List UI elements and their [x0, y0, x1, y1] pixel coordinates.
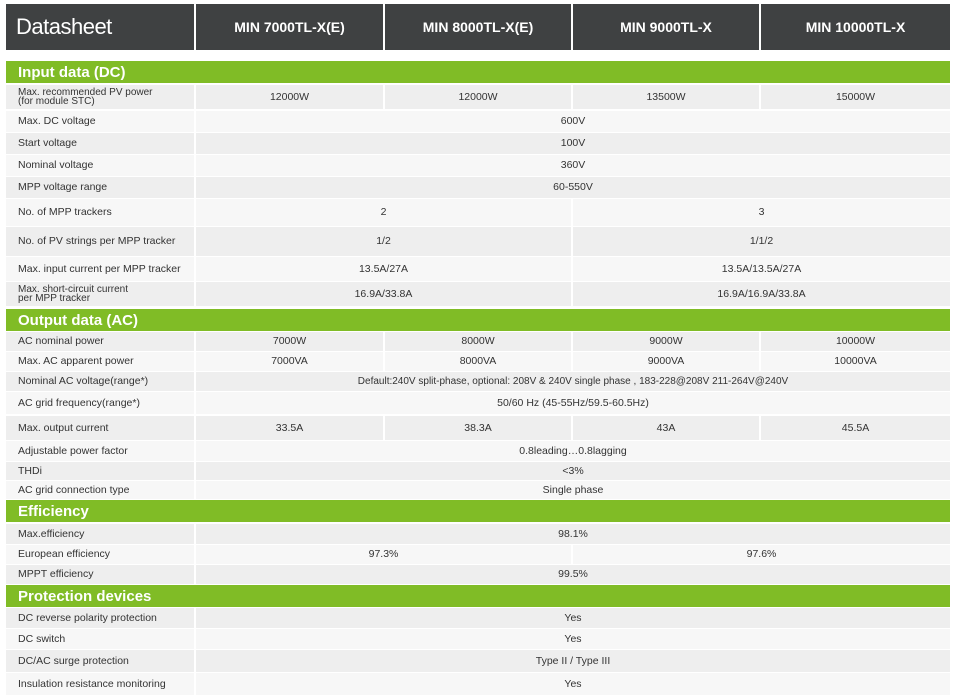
- row-label: AC grid connection type: [6, 481, 194, 499]
- row-max-dc-voltage: Max. DC voltage 600V: [6, 111, 950, 132]
- model-header-4: MIN 10000TL-X: [761, 4, 950, 50]
- row-max-pv-power: Max. recommended PV power (for module ST…: [6, 85, 950, 109]
- cell-value: 8000VA: [385, 352, 571, 371]
- row-label: MPPT efficiency: [6, 565, 194, 584]
- cell-value: 50/60 Hz (45-55Hz/59.5-60.5Hz): [196, 392, 950, 414]
- cell-value: 13.5A/27A: [196, 257, 571, 281]
- cell-value: Yes: [196, 673, 950, 695]
- cell-value: 98.1%: [196, 524, 950, 544]
- row-mpp-voltage-range: MPP voltage range 60-550V: [6, 177, 950, 198]
- row-max-output-current: Max. output current 33.5A 38.3A 43A 45.5…: [6, 416, 950, 440]
- row-grid-connection: AC grid connection type Single phase: [6, 481, 950, 499]
- cell-value: 45.5A: [761, 416, 950, 440]
- row-ac-apparent-power: Max. AC apparent power 7000VA 8000VA 900…: [6, 352, 950, 371]
- cell-value: 16.9A/33.8A: [196, 282, 571, 306]
- row-start-voltage: Start voltage 100V: [6, 133, 950, 154]
- cell-value: 1/2: [196, 227, 571, 256]
- row-max-short-circuit: Max. short-circuit current per MPP track…: [6, 282, 950, 306]
- row-label: MPP voltage range: [6, 177, 194, 198]
- row-label: No. of PV strings per MPP tracker: [6, 227, 194, 256]
- row-label: Nominal AC voltage(range*): [6, 372, 194, 391]
- row-mpp-trackers: No. of MPP trackers 2 3: [6, 199, 950, 226]
- cell-value: 9000VA: [573, 352, 759, 371]
- section-output-ac: Output data (AC): [6, 309, 950, 331]
- cell-value: Type II / Type III: [196, 650, 950, 672]
- row-surge-protection: DC/AC surge protection Type II / Type II…: [6, 650, 950, 672]
- row-label: Max.efficiency: [6, 524, 194, 544]
- row-label: AC grid frequency(range*): [6, 392, 194, 414]
- cell-value: 7000W: [196, 332, 383, 351]
- cell-value: 13.5A/13.5A/27A: [573, 257, 950, 281]
- datasheet-title: Datasheet: [6, 4, 194, 50]
- row-label: Insulation resistance monitoring: [6, 673, 194, 695]
- row-european-efficiency: European efficiency 97.3% 97.6%: [6, 545, 950, 564]
- cell-value: 10000VA: [761, 352, 950, 371]
- table-header: Datasheet MIN 7000TL-X(E) MIN 8000TL-X(E…: [6, 4, 950, 50]
- cell-value: 12000W: [385, 85, 571, 109]
- cell-value: 33.5A: [196, 416, 383, 440]
- cell-value: 0.8leading…0.8lagging: [196, 441, 950, 461]
- row-power-factor: Adjustable power factor 0.8leading…0.8la…: [6, 441, 950, 461]
- cell-value: 2: [196, 199, 571, 226]
- row-label: DC/AC surge protection: [6, 650, 194, 672]
- cell-value: 97.3%: [196, 545, 571, 564]
- row-ac-grid-frequency: AC grid frequency(range*) 50/60 Hz (45-5…: [6, 392, 950, 414]
- row-mppt-efficiency: MPPT efficiency 99.5%: [6, 565, 950, 584]
- row-label: Max. output current: [6, 416, 194, 440]
- row-nominal-ac-voltage: Nominal AC voltage(range*) Default:240V …: [6, 372, 950, 391]
- section-input-dc: Input data (DC): [6, 61, 950, 83]
- cell-value: 13500W: [573, 85, 759, 109]
- cell-value: 38.3A: [385, 416, 571, 440]
- cell-value: 60-550V: [196, 177, 950, 198]
- row-label: THDi: [6, 462, 194, 480]
- row-label: Nominal voltage: [6, 155, 194, 176]
- cell-value: 600V: [196, 111, 950, 132]
- row-max-input-current: Max. input current per MPP tracker 13.5A…: [6, 257, 950, 281]
- row-label: DC reverse polarity protection: [6, 608, 194, 628]
- row-pv-strings: No. of PV strings per MPP tracker 1/2 1/…: [6, 227, 950, 256]
- row-max-efficiency: Max.efficiency 98.1%: [6, 524, 950, 544]
- cell-value: 97.6%: [573, 545, 950, 564]
- row-label: Max. input current per MPP tracker: [6, 257, 194, 281]
- row-label: Start voltage: [6, 133, 194, 154]
- row-label: DC switch: [6, 629, 194, 649]
- cell-value: 100V: [196, 133, 950, 154]
- row-nominal-voltage: Nominal voltage 360V: [6, 155, 950, 176]
- row-dc-switch: DC switch Yes: [6, 629, 950, 649]
- cell-value: Yes: [196, 608, 950, 628]
- cell-value: 16.9A/16.9A/33.8A: [573, 282, 950, 306]
- cell-value: 1/1/2: [573, 227, 950, 256]
- cell-value: Default:240V split-phase, optional: 208V…: [196, 372, 950, 391]
- cell-value: 8000W: [385, 332, 571, 351]
- cell-value: 43A: [573, 416, 759, 440]
- row-label: Max. recommended PV power (for module ST…: [6, 85, 194, 109]
- cell-value: 7000VA: [196, 352, 383, 371]
- row-insulation-monitoring: Insulation resistance monitoring Yes: [6, 673, 950, 695]
- row-label: Max. DC voltage: [6, 111, 194, 132]
- row-label: No. of MPP trackers: [6, 199, 194, 226]
- section-protection-devices: Protection devices: [6, 585, 950, 607]
- row-label: Max. AC apparent power: [6, 352, 194, 371]
- model-header-1: MIN 7000TL-X(E): [196, 4, 383, 50]
- section-efficiency: Efficiency: [6, 500, 950, 522]
- cell-value: 360V: [196, 155, 950, 176]
- cell-value: 15000W: [761, 85, 950, 109]
- row-label: AC nominal power: [6, 332, 194, 351]
- row-thdi: THDi <3%: [6, 462, 950, 480]
- row-label: European efficiency: [6, 545, 194, 564]
- model-header-3: MIN 9000TL-X: [573, 4, 759, 50]
- row-ac-nominal-power: AC nominal power 7000W 8000W 9000W 10000…: [6, 332, 950, 351]
- row-label: Max. short-circuit current per MPP track…: [6, 282, 194, 306]
- cell-value: Single phase: [196, 481, 950, 499]
- cell-value: 9000W: [573, 332, 759, 351]
- cell-value: 99.5%: [196, 565, 950, 584]
- row-label: Adjustable power factor: [6, 441, 194, 461]
- cell-value: <3%: [196, 462, 950, 480]
- cell-value: 10000W: [761, 332, 950, 351]
- model-header-2: MIN 8000TL-X(E): [385, 4, 571, 50]
- cell-value: Yes: [196, 629, 950, 649]
- cell-value: 3: [573, 199, 950, 226]
- cell-value: 12000W: [196, 85, 383, 109]
- row-dc-reverse-polarity: DC reverse polarity protection Yes: [6, 608, 950, 628]
